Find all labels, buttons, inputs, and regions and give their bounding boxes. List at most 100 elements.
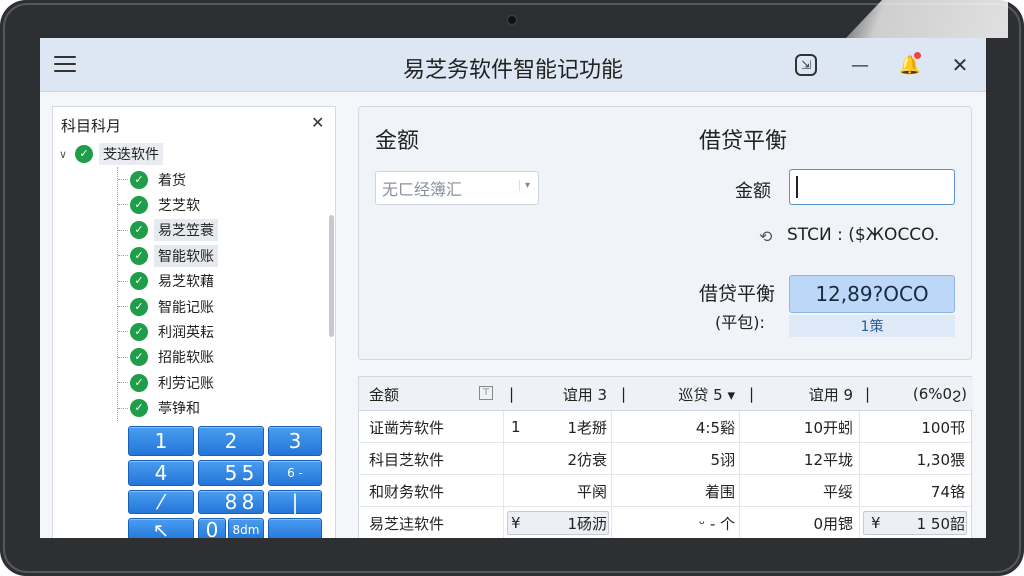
table-row[interactable]: 科目芝软件 2彷衰 5诩 12平垅 1,30猥 xyxy=(359,443,973,475)
row-c1: ¥ xyxy=(511,514,521,532)
row-c4: 12平垅 xyxy=(803,450,853,469)
row-c5: 100邗 xyxy=(921,418,965,437)
check-icon: ✓ xyxy=(75,145,93,163)
tree-item-label: 利润英耘 xyxy=(158,325,214,342)
row-c3: 4:5谿 xyxy=(695,418,735,437)
keypad-key[interactable]: 8 xyxy=(232,490,264,514)
tree-item-label: 葶铮和 xyxy=(158,401,200,418)
tree-item[interactable]: ✓ 葶铮和 xyxy=(118,396,307,421)
chevron-down-icon[interactable]: ∨ xyxy=(59,148,75,161)
row-name: 证凿芳软件 xyxy=(369,418,445,437)
check-icon: ✓ xyxy=(130,221,148,240)
chevron-down-icon[interactable]: ▾ xyxy=(518,180,530,191)
table-row[interactable]: 易芝迬软件 ¥1砀沥 ᵕ - 个 0用锶 ¥1 50韶 xyxy=(359,507,973,538)
column-header[interactable]: 金额 xyxy=(369,377,469,411)
row-c5: 74铬 xyxy=(930,482,965,501)
close-button[interactable]: ✕ xyxy=(946,51,974,79)
amount-input[interactable] xyxy=(789,169,955,205)
text-cursor xyxy=(796,176,798,198)
tree-root-item[interactable]: ∨ ✓ 芠迭软件 xyxy=(59,143,163,165)
row-c1 xyxy=(511,475,531,507)
tree-item[interactable]: ✓ 易芝笠蓑 xyxy=(118,218,307,243)
conversion-text: STCИ : ($ЖOCCO. xyxy=(787,225,940,245)
row-name: 和财务软件 xyxy=(369,482,445,501)
keypad-key[interactable]: 3 xyxy=(268,426,322,456)
check-icon: ✓ xyxy=(130,399,148,418)
row-c3: 着围 xyxy=(704,482,735,501)
tree-root-label: 芠迭软件 xyxy=(99,143,163,165)
tree-item-label: 芝芝软 xyxy=(158,198,200,215)
title-bar: 易芝务软件智能记功能 ⇲ — 🔔 ✕ xyxy=(40,38,986,92)
column-header[interactable]: | xyxy=(749,377,759,411)
voucher-select[interactable]: 无ㄈ经簿汇 ▾ xyxy=(375,171,539,205)
filter-icon[interactable]: ⊤ xyxy=(479,386,493,400)
tree-item-label: 招能软账 xyxy=(158,350,214,367)
keypad-key[interactable]: 2 xyxy=(198,426,264,456)
row-c2: 平阕 xyxy=(576,482,607,501)
tree-children: ✓ 着货 ✓ 芝芝软 ✓ 易芝笠蓑 ✓ 智能软账 ✓ 易芝软藉 ✓ 智能记账 ✓ 利润英耘 ✓ 招能软账 ✓ 利劳… xyxy=(117,167,307,421)
tree-item[interactable]: ✓ 招能软账 xyxy=(118,345,307,370)
app-title: 易芝务软件智能记功能 xyxy=(402,58,623,83)
tree-item[interactable]: ✓ 芝芝软 xyxy=(118,192,307,217)
column-header[interactable]: | xyxy=(509,377,519,411)
tree-item[interactable]: ✓ 智能记账 xyxy=(118,294,307,319)
keypad-key[interactable]: 1 xyxy=(128,426,194,456)
tree-close-icon[interactable]: ✕ xyxy=(311,113,324,132)
ledger-table: ⊤ 金额 | 谊用 3 | 巡贷 5 ▾ | 谊用 9 | (6%0ϩ) 证凿芳软件 1 1老掰 4:… xyxy=(358,376,973,538)
tree-item[interactable]: ✓ 着货 xyxy=(118,167,307,192)
tree-item-label: 智能软账 xyxy=(154,244,218,267)
table-header: ⊤ 金额 | 谊用 3 | 巡贷 5 ▾ | 谊用 9 | (6%0ϩ) xyxy=(359,377,973,411)
column-header[interactable]: 谊用 9 xyxy=(769,377,853,411)
keypad-key[interactable]: ⁄ xyxy=(128,490,194,514)
screen: 易芝务软件智能记功能 ⇲ — 🔔 ✕ 科目科月 ✕ ∨ ✓ 芠迭软件 ✓ 着货 ✓ 芝… xyxy=(40,38,986,538)
balance-value-display: 12,89?OCO xyxy=(789,275,955,313)
row-c4: 10开蚓 xyxy=(803,418,853,437)
keypad-key[interactable]: 4 xyxy=(128,460,194,486)
keypad-key[interactable]: | xyxy=(268,490,322,514)
amount-field-label: 金额 xyxy=(735,181,771,202)
check-icon: ✓ xyxy=(130,196,148,215)
tree-item[interactable]: ✓ 利劳记账 xyxy=(118,370,307,395)
minimize-button[interactable]: — xyxy=(846,51,874,79)
column-header[interactable]: 巡贷 5 ▾ xyxy=(639,377,735,411)
column-header[interactable]: (6%0ϩ) xyxy=(879,377,967,411)
row-c4: 0用锶 xyxy=(813,514,853,533)
row-c1 xyxy=(511,443,531,475)
tree-item-label: 智能记账 xyxy=(158,299,214,316)
row-name: 易芝迬软件 xyxy=(369,514,445,533)
amount-panel: 金额 借贷平衡 无ㄈ经簿汇 ▾ 金额 ⟲ STCИ : ($ЖOCCO. 借贷平… xyxy=(358,106,972,360)
table-row[interactable]: 和财务软件 平阕 着围 平绥 74铬 xyxy=(359,475,973,507)
row-c2: 1砀沥 xyxy=(567,514,607,533)
keypad-key[interactable]: 0 xyxy=(198,518,226,538)
amount-title: 金额 xyxy=(375,129,420,154)
keypad-key[interactable]: ↖ xyxy=(128,518,194,538)
tree-item[interactable]: ✓ 智能软账 xyxy=(118,243,307,268)
tree-item[interactable]: ✓ 利润英耘 xyxy=(118,319,307,344)
refresh-icon[interactable]: ⟲ xyxy=(759,227,772,246)
row-c5: 1 50韶 xyxy=(916,514,965,533)
tree-item[interactable]: ✓ 易芝软藉 xyxy=(118,269,307,294)
front-camera xyxy=(507,15,517,25)
pin-icon[interactable]: ⇲ xyxy=(795,54,817,76)
keypad-key[interactable]: 5 xyxy=(232,460,264,486)
keypad-key[interactable]: 6 - xyxy=(268,460,322,486)
select-value: 无ㄈ经簿汇 xyxy=(382,180,463,199)
tree-item-label: 易芝软藉 xyxy=(158,274,214,291)
row-c2: 1老掰 xyxy=(567,418,607,437)
table-row[interactable]: 证凿芳软件 1 1老掰 4:5谿 10开蚓 100邗 xyxy=(359,411,973,443)
check-icon: ✓ xyxy=(130,272,148,291)
balance-field-label: 借贷平衡 xyxy=(699,283,776,305)
column-header[interactable]: | xyxy=(865,377,875,411)
row-c3: ᵕ - 个 xyxy=(698,514,735,533)
tree-scrollbar[interactable] xyxy=(329,215,334,337)
keypad-key[interactable] xyxy=(268,518,322,538)
check-icon: ✓ xyxy=(130,246,148,265)
tree-item-label: 着货 xyxy=(158,172,186,189)
numeric-keypad: 123456 - ⁄ 8 | ↖ 0 8dm 5 8 xyxy=(126,424,326,538)
column-header[interactable]: 谊用 3 xyxy=(529,377,607,411)
row-c3: 5诩 xyxy=(710,450,735,469)
tree-item-label: 易芝笠蓑 xyxy=(154,219,218,242)
keypad-key[interactable]: 8dm xyxy=(228,518,264,538)
column-header[interactable]: | xyxy=(621,377,631,411)
notification-dot xyxy=(914,52,921,59)
